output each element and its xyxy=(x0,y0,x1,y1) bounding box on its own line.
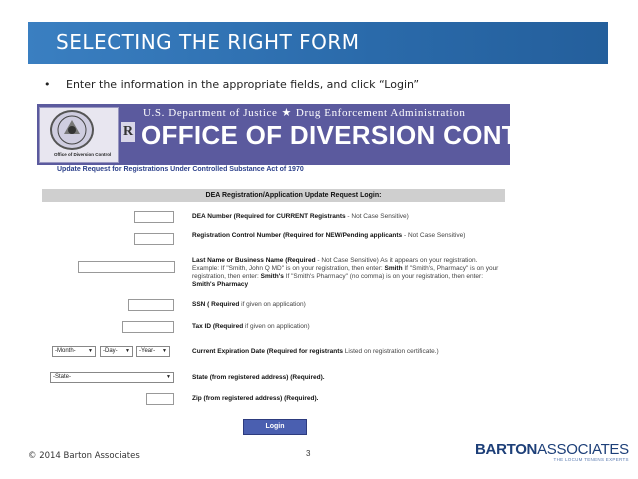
zip-input[interactable] xyxy=(146,393,174,405)
state-select[interactable]: -State- ▼ xyxy=(50,372,174,383)
dea-seal-logo: Office of Diversion Control xyxy=(39,107,119,163)
tax-id-label: Tax ID (Required if given on application… xyxy=(192,323,310,330)
login-form: DEA Registration/Application Update Requ… xyxy=(42,189,505,441)
last-name-input[interactable] xyxy=(78,261,175,273)
star-icon: ★ xyxy=(281,107,292,119)
banner-agency-line: U.S. Department of Justice ★ Drug Enforcem… xyxy=(143,106,465,119)
tax-id-input[interactable] xyxy=(122,321,174,333)
day-select[interactable]: -Day- ▼ xyxy=(100,346,133,357)
brand-name: BARTONASSOCIATES xyxy=(475,441,629,458)
dropdown-arrow-icon: ▼ xyxy=(166,374,171,380)
ssn-input[interactable] xyxy=(128,299,174,311)
slide-title: SELECTING THE RIGHT FORM xyxy=(56,30,360,54)
zip-label: Zip (from registered address) (Required)… xyxy=(192,395,319,402)
seal-caption: Office of Diversion Control xyxy=(54,152,112,157)
doj-banner: Office of Diversion Control R U.S. Depar… xyxy=(37,104,510,165)
control-number-label: Registration Control Number (Required fo… xyxy=(192,232,466,239)
copyright-text: © 2014 Barton Associates xyxy=(28,451,140,461)
dropdown-arrow-icon: ▼ xyxy=(162,348,167,354)
ssn-label: SSN ( Required if given on application) xyxy=(192,301,306,308)
dropdown-arrow-icon: ▼ xyxy=(125,348,130,354)
dea-number-input[interactable] xyxy=(134,211,174,223)
banner-main-title: OFFICE OF DIVERSION CONTROL xyxy=(141,120,510,150)
last-name-label: Last Name or Business Name (Required - N… xyxy=(192,257,499,288)
state-label: State (from registered address) (Require… xyxy=(192,374,325,381)
dea-name: Drug Enforcement Administration xyxy=(295,107,466,119)
subtitle-bar: Update Request for Registrations Under C… xyxy=(37,165,510,179)
login-button[interactable]: Login xyxy=(243,419,307,435)
month-select[interactable]: -Month- ▼ xyxy=(52,346,96,357)
form-header: DEA Registration/Application Update Requ… xyxy=(42,189,505,202)
control-number-input[interactable] xyxy=(134,233,174,245)
page-number: 3 xyxy=(306,449,311,458)
slide-header-bar: SELECTING THE RIGHT FORM xyxy=(28,22,608,64)
instruction-bullet: • Enter the information in the appropriat… xyxy=(44,78,419,91)
dea-number-label: DEA Number (Required for CURRENT Registr… xyxy=(192,213,409,220)
seal-emblem-icon xyxy=(50,110,94,150)
barton-logo: BARTONASSOCIATES THE LOCUM TENENS EXPERT… xyxy=(475,441,629,462)
instruction-text: Enter the information in the appropriate… xyxy=(66,78,420,91)
bullet-dot: • xyxy=(44,78,51,91)
dropdown-arrow-icon: ▼ xyxy=(88,348,93,354)
expiration-label: Current Expiration Date (Required for re… xyxy=(192,348,439,355)
page-subtitle: Update Request for Registrations Under C… xyxy=(57,166,304,173)
doj-name: U.S. Department of Justice xyxy=(143,107,278,119)
year-select[interactable]: -Year- ▼ xyxy=(136,346,170,357)
registered-mark: R xyxy=(121,122,135,142)
